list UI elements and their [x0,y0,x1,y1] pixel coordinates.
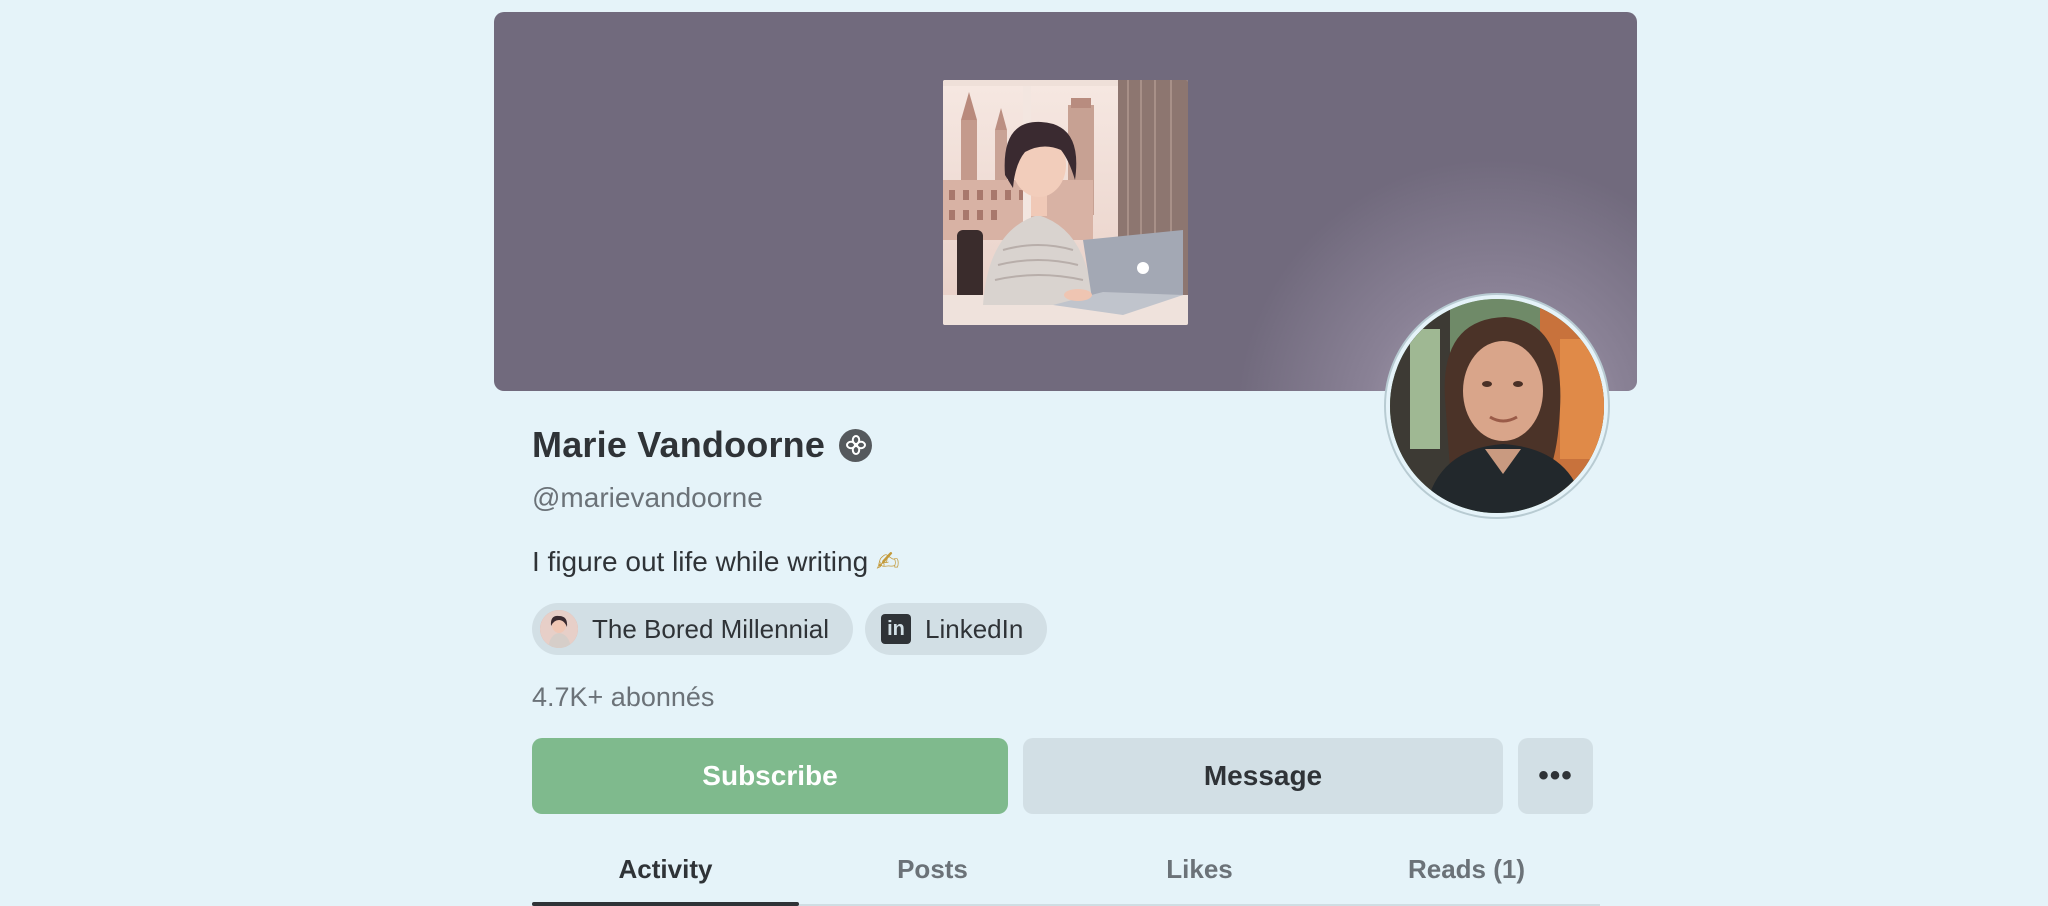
subscriber-count: 4.7K+ abonnés [532,682,715,712]
tab-likes[interactable]: Likes [1066,840,1333,904]
banner-illustration [943,80,1188,325]
bio-text: I figure out life while writing [532,545,869,577]
tab-activity[interactable]: Activity [532,840,799,906]
profile-name-row: Marie Vandoorne [532,420,873,470]
link-bored-millennial[interactable]: The Bored Millennial [532,603,854,655]
publication-avatar-icon [540,610,578,648]
link-linkedin[interactable]: in LinkedIn [865,603,1048,655]
linkedin-icon: in [881,614,912,644]
verified-badge-icon [839,428,873,462]
profile-avatar[interactable] [1386,295,1608,517]
profile-actions: Subscribe Message ••• [532,738,1593,814]
profile-links: The Bored Millennial in LinkedIn [532,603,1048,655]
link-label: The Bored Millennial [592,613,830,644]
profile-name: Marie Vandoorne [532,424,826,465]
profile-card: Marie Vandoorne @marievandoorne I figure… [494,12,1637,906]
tab-reads[interactable]: Reads (1) [1333,840,1600,904]
profile-tabs: Activity Posts Likes Reads (1) [532,840,1600,906]
more-options-button[interactable]: ••• [1518,738,1593,814]
subscribe-button[interactable]: Subscribe [532,738,1008,814]
writing-hand-icon: ✍ [876,546,900,577]
link-label: LinkedIn [925,613,1024,644]
message-button[interactable]: Message [1023,738,1503,814]
profile-handle: @marievandoorne [532,482,763,513]
tab-posts[interactable]: Posts [799,840,1066,904]
profile-bio: I figure out life while writing ✍ [532,545,900,578]
